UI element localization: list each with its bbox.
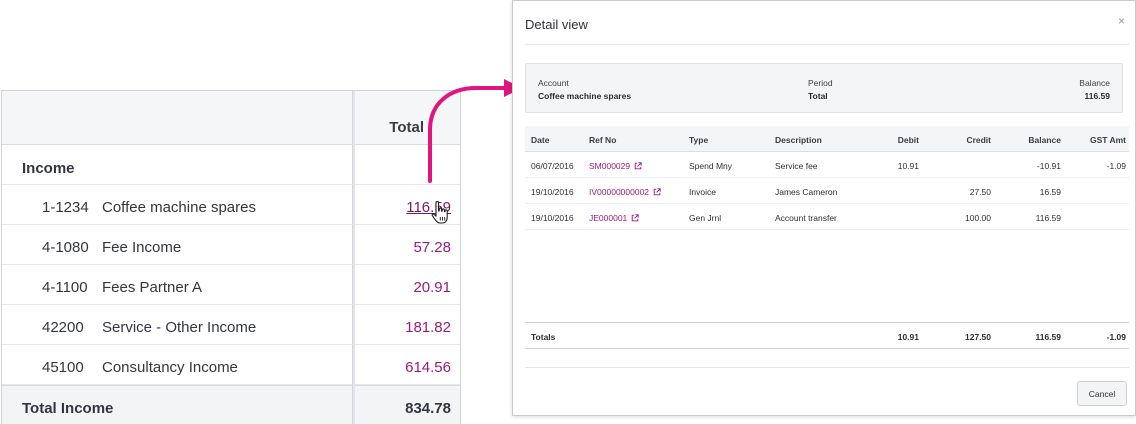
totals-gst: -1.09 (1106, 332, 1126, 342)
table-row: 4-1080 Fee Income 57.28 (2, 225, 460, 265)
row-description: Service fee (775, 161, 818, 171)
account-name: Coffee machine spares (102, 199, 256, 216)
transactions-table: Date Ref No Type Description Debit Credi… (525, 126, 1129, 230)
external-link-icon[interactable] (631, 214, 639, 222)
account-name: Fee Income (102, 239, 182, 256)
close-icon[interactable]: × (1118, 14, 1125, 28)
table-row: 45100 Consultancy Income 614.56 (2, 345, 460, 385)
column-divider (352, 91, 355, 424)
account-code: 4-1080 (42, 239, 89, 256)
amount-link[interactable]: 20.91 (413, 279, 451, 296)
section-label: Income (22, 160, 75, 177)
row-credit: 100.00 (965, 213, 991, 223)
ref-link[interactable]: JE000001 (589, 213, 639, 223)
external-link-icon[interactable] (634, 162, 642, 170)
period-label: Period (808, 78, 833, 88)
row-gst: -1.09 (1106, 161, 1126, 171)
row-date: 06/07/2016 (531, 161, 574, 171)
row-balance: -10.91 (1036, 161, 1061, 171)
divider (525, 367, 1129, 368)
row-type: Gen Jrnl (689, 213, 722, 223)
totals-balance: 116.59 (1035, 332, 1061, 342)
account-summary: Account Coffee machine spares Period Tot… (525, 63, 1123, 113)
account-value: Coffee machine spares (538, 91, 632, 101)
table-row: 19/10/2016 JE000001 Gen Jrnl Account tra… (525, 204, 1129, 230)
account-code: 1-1234 (42, 199, 89, 216)
table-header-row: Date Ref No Type Description Debit Credi… (525, 126, 1129, 152)
account-name: Service - Other Income (102, 319, 257, 336)
table-row: 19/10/2016 IV00000000002 Invoice James C… (525, 178, 1129, 204)
section-row-income: Income (2, 145, 460, 185)
column-header-date: Date (531, 135, 550, 145)
amount-link[interactable]: 181.82 (405, 319, 451, 336)
detail-view-modal: Detail view × Account Coffee machine spa… (512, 0, 1136, 416)
row-type: Invoice (689, 187, 716, 197)
period-value: Total (808, 91, 828, 101)
account-code: 45100 (42, 359, 84, 376)
column-header-ref: Ref No (589, 135, 617, 145)
total-income-row: Total Income 834.78 (2, 385, 460, 424)
column-header-debit: Debit (897, 135, 919, 145)
row-balance: 116.59 (1035, 213, 1061, 223)
amount-link[interactable]: 614.56 (405, 359, 451, 376)
row-type: Spend Mny (689, 161, 732, 171)
modal-title: Detail view (525, 17, 588, 32)
ref-link[interactable]: IV00000000002 (589, 187, 661, 197)
table-row: 06/07/2016 SM000029 Spend Mny Service fe… (525, 152, 1129, 178)
income-report-panel: Total Income 1-1234 Coffee machine spare… (1, 90, 461, 424)
totals-credit: 127.50 (965, 332, 991, 342)
row-credit: 27.50 (969, 187, 991, 197)
report-header-row: Total (2, 91, 460, 145)
row-description: Account transfer (775, 213, 837, 223)
amount-link[interactable]: 57.28 (413, 239, 451, 256)
totals-row: Totals 10.91 127.50 116.59 -1.09 (525, 322, 1129, 349)
column-header-type: Type (689, 135, 709, 145)
totals-label: Totals (531, 332, 556, 342)
external-link-icon[interactable] (653, 188, 661, 196)
total-income-amount: 834.78 (405, 400, 451, 417)
account-label: Account (538, 78, 569, 88)
total-income-label: Total Income (22, 400, 114, 417)
account-name: Fees Partner A (102, 279, 203, 296)
table-row: 1-1234 Coffee machine spares 116.59 (2, 185, 460, 225)
row-date: 19/10/2016 (531, 187, 574, 197)
column-header-credit: Credit (966, 135, 991, 145)
table-row: 42200 Service - Other Income 181.82 (2, 305, 460, 345)
row-debit: 10.91 (897, 161, 919, 171)
row-description: James Cameron (775, 187, 838, 197)
ref-text[interactable]: JE000001 (589, 213, 627, 223)
total-column-header: Total (389, 119, 424, 136)
column-header-description: Description (775, 135, 822, 145)
row-balance: 16.59 (1039, 187, 1061, 197)
column-header-balance: Balance (1028, 135, 1061, 145)
account-code: 4-1100 (42, 279, 88, 296)
totals-debit: 10.91 (897, 332, 919, 342)
balance-label: Balance (1079, 78, 1110, 88)
row-date: 19/10/2016 (531, 213, 574, 223)
hand-pointer-icon (431, 200, 448, 224)
account-name: Consultancy Income (102, 359, 238, 376)
ref-link[interactable]: SM000029 (589, 161, 642, 171)
ref-text[interactable]: SM000029 (589, 161, 630, 171)
table-row: 4-1100 Fees Partner A 20.91 (2, 265, 460, 305)
balance-value: 116.59 (1084, 91, 1110, 101)
column-header-gst: GST Amt (1089, 135, 1126, 145)
account-code: 42200 (42, 319, 84, 336)
ref-text[interactable]: IV00000000002 (589, 187, 649, 197)
divider (525, 44, 1129, 45)
cancel-button[interactable]: Cancel (1077, 381, 1127, 406)
